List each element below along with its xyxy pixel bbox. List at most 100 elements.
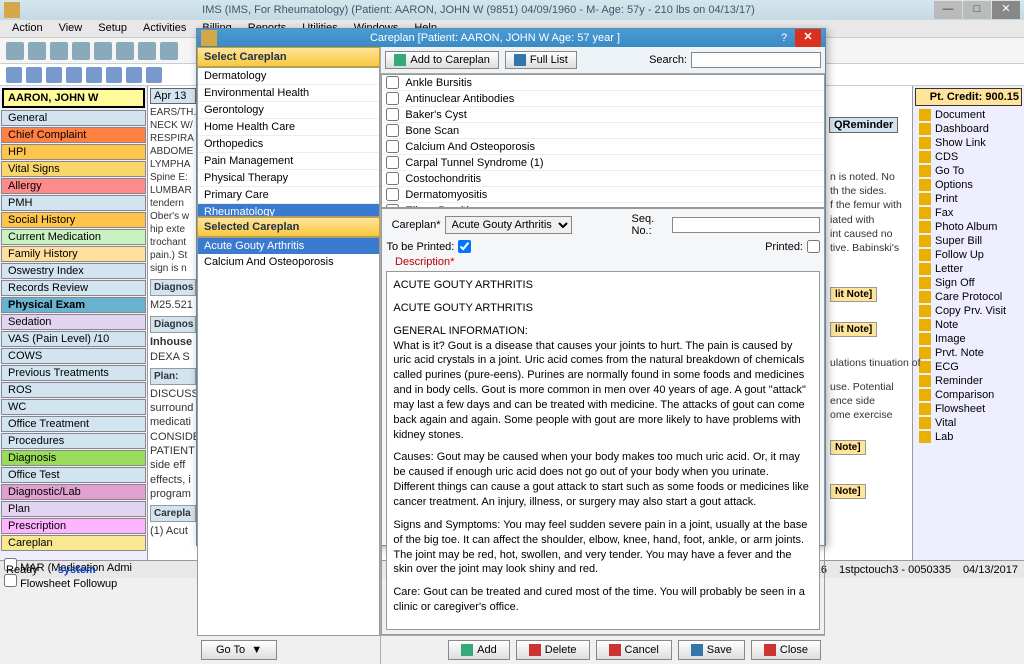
note-header[interactable]: Note] xyxy=(830,484,866,499)
toolbar-icon[interactable] xyxy=(66,67,82,83)
note-header[interactable]: lit Note] xyxy=(830,322,877,337)
toolbar-icon[interactable] xyxy=(146,67,162,83)
nav-oswestry-index[interactable]: Oswestry Index xyxy=(1,263,146,279)
nav-records-review[interactable]: Records Review xyxy=(1,280,146,296)
add-item-checkbox[interactable] xyxy=(386,188,399,201)
search-input[interactable] xyxy=(691,52,821,68)
qreminder-tab[interactable]: QReminder xyxy=(829,117,898,133)
delete-button[interactable]: Delete xyxy=(516,640,590,660)
toolbar-icon[interactable] xyxy=(106,67,122,83)
careplan-select[interactable]: Acute Gouty Arthritis xyxy=(445,216,572,234)
tobeprinted-checkbox[interactable] xyxy=(458,240,471,253)
add-item-checkbox[interactable] xyxy=(386,172,399,185)
select-item[interactable]: Primary Care xyxy=(198,187,379,204)
careplan-add-list[interactable]: Ankle BursitisAntinuclear AntibodiesBake… xyxy=(381,74,825,208)
select-item[interactable]: Dermatology xyxy=(198,68,379,85)
nav-diagnostic-lab[interactable]: Diagnostic/Lab xyxy=(1,484,146,500)
toolbar-icon[interactable] xyxy=(116,42,134,60)
add-button[interactable]: Add xyxy=(448,640,510,660)
selected-careplan-list[interactable]: Acute Gouty ArthritisCalcium And Osteopo… xyxy=(197,237,380,636)
right-copy-prv-visit[interactable]: Copy Prv. Visit xyxy=(915,304,1022,318)
nav-sedation[interactable]: Sedation xyxy=(1,314,146,330)
nav-family-history[interactable]: Family History xyxy=(1,246,146,262)
toolbar-icon[interactable] xyxy=(46,67,62,83)
nav-allergy[interactable]: Allergy xyxy=(1,178,146,194)
right-dashboard[interactable]: Dashboard xyxy=(915,122,1022,136)
add-item-checkbox[interactable] xyxy=(386,76,399,89)
nav-plan[interactable]: Plan xyxy=(1,501,146,517)
full-list-button[interactable]: Full List xyxy=(505,51,577,69)
nav-previous-treatments[interactable]: Previous Treatments xyxy=(1,365,146,381)
nav-social-history[interactable]: Social History xyxy=(1,212,146,228)
seqno-input[interactable] xyxy=(672,217,820,233)
select-item[interactable]: Gerontology xyxy=(198,102,379,119)
close-button[interactable]: Close xyxy=(751,640,821,660)
nav-diagnosis[interactable]: Diagnosis xyxy=(1,450,146,466)
add-list-row[interactable]: Bone Scan xyxy=(382,123,824,139)
nav-office-treatment[interactable]: Office Treatment xyxy=(1,416,146,432)
toolbar-icon[interactable] xyxy=(50,42,68,60)
nav-cows[interactable]: COWS xyxy=(1,348,146,364)
select-item[interactable]: Pain Management xyxy=(198,153,379,170)
note-header[interactable]: Note] xyxy=(830,440,866,455)
right-note[interactable]: Note xyxy=(915,318,1022,332)
description-textarea[interactable]: ACUTE GOUTY ARTHRITIS ACUTE GOUTY ARTHRI… xyxy=(386,271,820,630)
nav-physical-exam[interactable]: Physical Exam xyxy=(1,297,146,313)
right-sign-off[interactable]: Sign Off xyxy=(915,276,1022,290)
right-lab[interactable]: Lab xyxy=(915,430,1022,444)
add-list-row[interactable]: Dermatomyositis xyxy=(382,187,824,203)
nav-current-medication[interactable]: Current Medication xyxy=(1,229,146,245)
selected-item[interactable]: Calcium And Osteoporosis xyxy=(198,254,379,270)
add-item-checkbox[interactable] xyxy=(386,124,399,137)
add-item-checkbox[interactable] xyxy=(386,140,399,153)
add-list-row[interactable]: Costochondritis xyxy=(382,171,824,187)
select-item[interactable]: Physical Therapy xyxy=(198,170,379,187)
right-document[interactable]: Document xyxy=(915,108,1022,122)
modal-close-button[interactable]: ✕ xyxy=(795,29,821,47)
select-item[interactable]: Environmental Health xyxy=(198,85,379,102)
add-list-row[interactable]: Baker's Cyst xyxy=(382,107,824,123)
toolbar-icon[interactable] xyxy=(138,42,156,60)
right-letter[interactable]: Letter xyxy=(915,262,1022,276)
nav-wc[interactable]: WC xyxy=(1,399,146,415)
note-header[interactable]: lit Note] xyxy=(830,287,877,302)
help-button[interactable]: ? xyxy=(773,32,795,44)
right-image[interactable]: Image xyxy=(915,332,1022,346)
add-list-row[interactable]: Antinuclear Antibodies xyxy=(382,91,824,107)
nav-ros[interactable]: ROS xyxy=(1,382,146,398)
toolbar-icon[interactable] xyxy=(26,67,42,83)
goto-button[interactable]: Go To ▼ xyxy=(201,640,277,660)
nav-chief-complaint[interactable]: Chief Complaint xyxy=(1,127,146,143)
nav-hpi[interactable]: HPI xyxy=(1,144,146,160)
toolbar-icon[interactable] xyxy=(72,42,90,60)
toolbar-icon[interactable] xyxy=(6,42,24,60)
toolbar-icon[interactable] xyxy=(86,67,102,83)
toolbar-icon[interactable] xyxy=(160,42,178,60)
add-item-checkbox[interactable] xyxy=(386,156,399,169)
save-button[interactable]: Save xyxy=(678,640,745,660)
toolbar-icon[interactable] xyxy=(94,42,112,60)
maximize-button[interactable]: □ xyxy=(963,1,991,19)
nav-prescription[interactable]: Prescription xyxy=(1,518,146,534)
nav-procedures[interactable]: Procedures xyxy=(1,433,146,449)
add-item-checkbox[interactable] xyxy=(386,92,399,105)
nav-vas-pain-level-[interactable]: VAS (Pain Level) /10 xyxy=(1,331,146,347)
patient-name[interactable]: AARON, JOHN W xyxy=(2,88,145,108)
add-list-row[interactable]: Calcium And Osteoporosis xyxy=(382,139,824,155)
nav-vital-signs[interactable]: Vital Signs xyxy=(1,161,146,177)
select-item[interactable]: Orthopedics xyxy=(198,136,379,153)
toolbar-icon[interactable] xyxy=(6,67,22,83)
right-care-protocol[interactable]: Care Protocol xyxy=(915,290,1022,304)
menu-view[interactable]: View xyxy=(51,20,91,37)
menu-action[interactable]: Action xyxy=(4,20,51,37)
menu-setup[interactable]: Setup xyxy=(90,20,135,37)
select-item[interactable]: Home Health Care xyxy=(198,119,379,136)
nav-careplan[interactable]: Careplan xyxy=(1,535,146,551)
flowsheet-checkbox[interactable]: Flowsheet Followup xyxy=(4,574,143,590)
printed-checkbox[interactable] xyxy=(807,240,820,253)
minimize-button[interactable]: — xyxy=(934,1,962,19)
add-list-row[interactable]: Carpal Tunnel Syndrome (1) xyxy=(382,155,824,171)
selected-item[interactable]: Acute Gouty Arthritis xyxy=(198,238,379,254)
select-item[interactable]: Rheumatology xyxy=(198,204,379,217)
toolbar-icon[interactable] xyxy=(126,67,142,83)
